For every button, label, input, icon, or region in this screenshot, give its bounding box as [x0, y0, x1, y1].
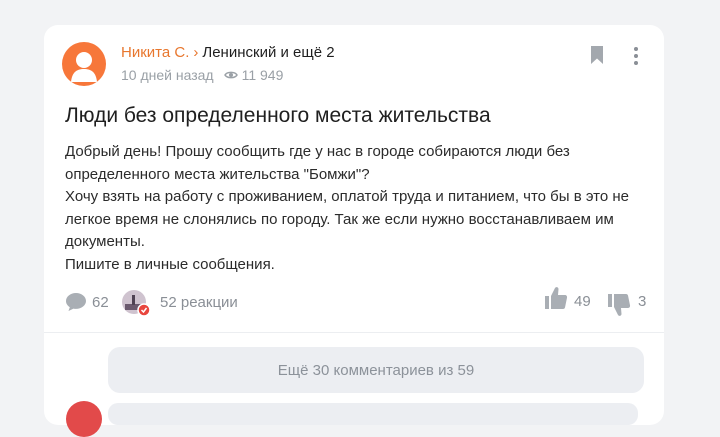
reactions-label[interactable]: 52 реакции [160, 294, 238, 311]
post-time: 10 дней назад [121, 67, 214, 83]
post-actions: 62 52 реакции 49 3 [44, 285, 664, 318]
post-body-line: Добрый день! Прошу сообщить где у нас в … [65, 143, 570, 160]
thumbs-down-icon[interactable] [607, 291, 631, 317]
views-count: 11 949 [241, 67, 284, 83]
chevron-right-icon: › [193, 44, 199, 61]
post-body-line: Пишите в личные сообщения. [65, 255, 275, 273]
author-line: Никита С. › Ленинский и ещё 2 [121, 44, 335, 61]
post-body: Добрый день! Прошу сообщить где у нас в … [65, 141, 655, 277]
user-silhouette-icon [71, 52, 97, 82]
more-vertical-icon[interactable] [633, 46, 639, 66]
post-meta: 10 дней назад 11 949 [121, 67, 283, 83]
post-card: Никита С. › Ленинский и ещё 2 10 дней наза… [44, 25, 664, 437]
bookmark-icon[interactable] [590, 45, 604, 65]
comment-icon[interactable] [65, 292, 87, 312]
post-body-line: Хочу взять на работу с проживанием, опла… [65, 188, 630, 206]
post-body-line: документы. [65, 233, 145, 251]
show-more-comments-button[interactable]: Ещё 30 комментариев из 59 [108, 347, 644, 393]
post-title: Люди без определенного места жительства [65, 104, 491, 127]
eye-icon [223, 71, 238, 79]
post-body-line: легкое время не слонялись по городу. Так… [65, 210, 614, 228]
reaction-avatars[interactable] [121, 289, 151, 317]
comment-preview [108, 403, 638, 425]
thumbs-up-icon[interactable] [544, 285, 568, 311]
reaction-avatar-icon [122, 290, 151, 317]
divider [44, 332, 664, 333]
author-name[interactable]: Никита С. [121, 44, 189, 61]
post-body-line: определенного места жительства "Бомжи"? [65, 165, 370, 183]
comment-avatar[interactable] [66, 401, 102, 437]
comments-count[interactable]: 62 [92, 294, 109, 311]
dislikes-count: 3 [638, 293, 647, 310]
author-avatar[interactable] [62, 42, 106, 86]
likes-count: 49 [574, 293, 591, 310]
location-label[interactable]: Ленинский и ещё 2 [202, 44, 334, 61]
